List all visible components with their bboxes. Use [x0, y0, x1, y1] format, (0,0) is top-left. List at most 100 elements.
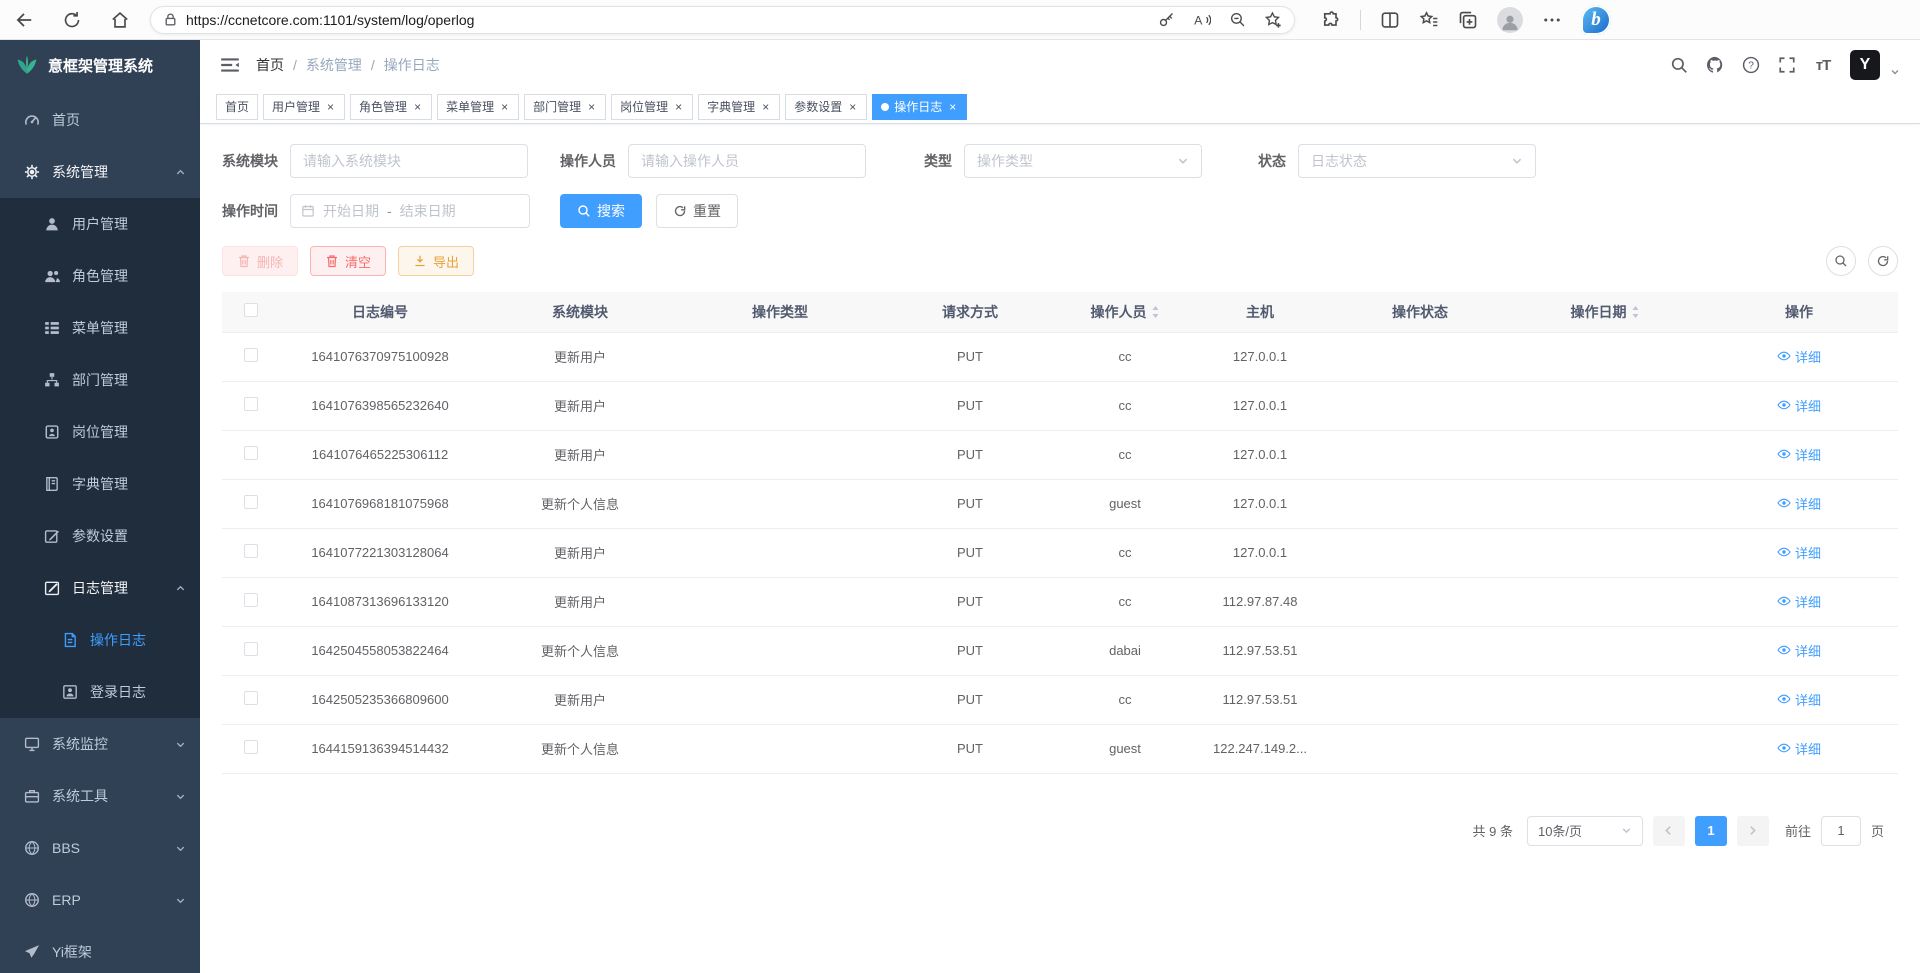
- column-header-operator[interactable]: 操作人员: [1060, 292, 1190, 332]
- tab-操作日志[interactable]: 操作日志×: [872, 94, 967, 120]
- status-select[interactable]: 日志状态: [1298, 144, 1536, 178]
- collections-icon[interactable]: [1458, 10, 1478, 30]
- help-icon[interactable]: ?: [1742, 56, 1760, 74]
- sidebar-item-部门管理[interactable]: 部门管理: [0, 354, 200, 406]
- breadcrumb-home[interactable]: 首页: [256, 55, 284, 75]
- close-icon[interactable]: ×: [586, 100, 597, 114]
- search-toggle-icon[interactable]: [1826, 246, 1856, 276]
- sidebar-item-系统监控[interactable]: 系统监控: [0, 718, 200, 770]
- collapse-sidebar-icon[interactable]: [220, 55, 240, 75]
- row-checkbox[interactable]: [244, 495, 258, 509]
- bing-icon[interactable]: b: [1581, 5, 1611, 35]
- sidebar-item-用户管理[interactable]: 用户管理: [0, 198, 200, 250]
- detail-link[interactable]: 详细: [1777, 739, 1821, 758]
- sidebar-item-登录日志[interactable]: 登录日志: [0, 666, 200, 718]
- sidebar-item-参数设置[interactable]: 参数设置: [0, 510, 200, 562]
- sidebar-item-岗位管理[interactable]: 岗位管理: [0, 406, 200, 458]
- page-size-select[interactable]: 10条/页: [1527, 816, 1643, 846]
- user-avatar[interactable]: Y: [1850, 50, 1880, 80]
- tab-字典管理[interactable]: 字典管理×: [698, 94, 780, 120]
- tab-参数设置[interactable]: 参数设置×: [785, 94, 867, 120]
- github-icon[interactable]: [1706, 56, 1724, 74]
- select-all-checkbox[interactable]: [244, 303, 258, 317]
- sidebar-item-BBS[interactable]: BBS: [0, 822, 200, 874]
- detail-link[interactable]: 详细: [1777, 690, 1821, 709]
- search-icon[interactable]: [1670, 56, 1688, 74]
- row-checkbox[interactable]: [244, 348, 258, 362]
- detail-link[interactable]: 详细: [1777, 494, 1821, 513]
- row-checkbox[interactable]: [244, 691, 258, 705]
- close-icon[interactable]: ×: [412, 100, 423, 114]
- search-button[interactable]: 搜索: [560, 194, 642, 228]
- sidebar-item-菜单管理[interactable]: 菜单管理: [0, 302, 200, 354]
- sidebar-item-首页[interactable]: 首页: [0, 94, 200, 146]
- reset-button[interactable]: 重置: [656, 194, 738, 228]
- sidebar-item-日志管理[interactable]: 日志管理: [0, 562, 200, 614]
- favorites-bar-icon[interactable]: [1419, 10, 1439, 30]
- sidebar-item-操作日志[interactable]: 操作日志: [0, 614, 200, 666]
- refresh-icon[interactable]: [62, 10, 82, 30]
- next-page-button[interactable]: [1737, 816, 1769, 846]
- clear-button[interactable]: 清空: [310, 246, 386, 276]
- detail-link[interactable]: 详细: [1777, 641, 1821, 660]
- back-icon[interactable]: [14, 10, 34, 30]
- favorite-add-icon[interactable]: [1264, 10, 1282, 30]
- tab-部门管理[interactable]: 部门管理×: [524, 94, 606, 120]
- close-icon[interactable]: ×: [325, 100, 336, 114]
- type-select[interactable]: 操作类型: [964, 144, 1202, 178]
- extensions-icon[interactable]: [1321, 10, 1341, 30]
- fontsize-icon[interactable]: тT: [1814, 56, 1832, 74]
- refresh-table-icon[interactable]: [1868, 246, 1898, 276]
- sidebar-item-字典管理[interactable]: 字典管理: [0, 458, 200, 510]
- goto-page-input[interactable]: [1821, 816, 1861, 846]
- split-screen-icon[interactable]: [1380, 10, 1400, 30]
- lock-icon[interactable]: [163, 12, 178, 27]
- more-icon[interactable]: [1542, 10, 1562, 30]
- row-checkbox[interactable]: [244, 642, 258, 656]
- tab-岗位管理[interactable]: 岗位管理×: [611, 94, 693, 120]
- row-checkbox[interactable]: [244, 446, 258, 460]
- detail-link[interactable]: 详细: [1777, 396, 1821, 415]
- row-checkbox[interactable]: [244, 544, 258, 558]
- operator-input[interactable]: [628, 144, 866, 178]
- fullscreen-icon[interactable]: [1778, 56, 1796, 74]
- close-icon[interactable]: ×: [760, 100, 771, 114]
- sort-caret-icon[interactable]: [1631, 305, 1640, 319]
- delete-button[interactable]: 删除: [222, 246, 298, 276]
- row-checkbox[interactable]: [244, 740, 258, 754]
- close-icon[interactable]: ×: [499, 100, 510, 114]
- app-logo[interactable]: 意框架管理系统: [0, 40, 200, 90]
- date-range-picker[interactable]: 开始日期 - 结束日期: [290, 194, 530, 228]
- close-icon[interactable]: ×: [673, 100, 684, 114]
- page-number-1[interactable]: 1: [1695, 816, 1727, 846]
- tab-用户管理[interactable]: 用户管理×: [263, 94, 345, 120]
- column-header-date[interactable]: 操作日期: [1510, 292, 1700, 332]
- detail-link[interactable]: 详细: [1777, 445, 1821, 464]
- detail-link[interactable]: 详细: [1777, 347, 1821, 366]
- row-checkbox[interactable]: [244, 593, 258, 607]
- sidebar-item-系统工具[interactable]: 系统工具: [0, 770, 200, 822]
- detail-link[interactable]: 详细: [1777, 592, 1821, 611]
- prev-page-button[interactable]: [1653, 816, 1685, 846]
- profile-avatar[interactable]: [1497, 7, 1523, 33]
- tab-角色管理[interactable]: 角色管理×: [350, 94, 432, 120]
- zoom-out-icon[interactable]: [1229, 10, 1246, 30]
- sidebar-item-角色管理[interactable]: 角色管理: [0, 250, 200, 302]
- sort-caret-icon[interactable]: [1151, 305, 1160, 319]
- read-aloud-icon[interactable]: A: [1193, 10, 1211, 30]
- key-icon[interactable]: [1158, 10, 1175, 30]
- address-bar[interactable]: https://ccnetcore.com:1101/system/log/op…: [150, 6, 1295, 34]
- export-button[interactable]: 导出: [398, 246, 474, 276]
- sidebar-item-ERP[interactable]: ERP: [0, 874, 200, 926]
- close-icon[interactable]: ×: [947, 100, 958, 114]
- sidebar-item-Yi框架[interactable]: Yi框架: [0, 926, 200, 973]
- sidebar-item-系统管理[interactable]: 系统管理: [0, 146, 200, 198]
- module-input[interactable]: [290, 144, 528, 178]
- close-icon[interactable]: ×: [847, 100, 858, 114]
- detail-link[interactable]: 详细: [1777, 543, 1821, 562]
- tab-首页[interactable]: 首页: [216, 94, 258, 120]
- url-text[interactable]: https://ccnetcore.com:1101/system/log/op…: [186, 12, 1150, 28]
- tab-菜单管理[interactable]: 菜单管理×: [437, 94, 519, 120]
- row-checkbox[interactable]: [244, 397, 258, 411]
- home-icon[interactable]: [110, 10, 130, 30]
